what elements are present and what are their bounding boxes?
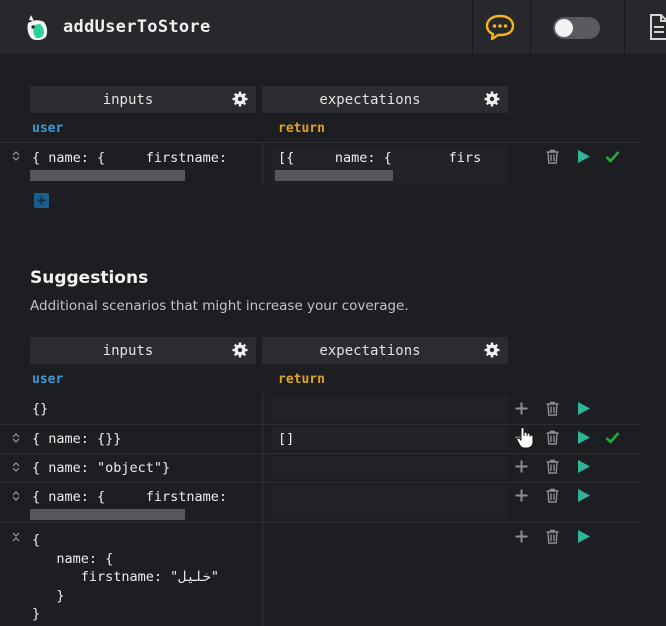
drag-handle-icon[interactable] — [12, 462, 20, 472]
suggestion-input-value[interactable]: { name: { firstname: — [32, 489, 227, 505]
plus-icon[interactable] — [514, 459, 529, 474]
checkmark-icon — [605, 432, 620, 444]
drag-handle-icon[interactable] — [12, 151, 20, 161]
plus-icon[interactable] — [514, 488, 529, 503]
app-header: addUserToStore — [0, 0, 666, 55]
header-divider — [530, 0, 531, 55]
expectations-column-header: expectations — [262, 86, 508, 113]
trash-icon[interactable] — [545, 149, 560, 164]
run-icon[interactable] — [576, 430, 591, 445]
output-param-name: return — [278, 372, 325, 387]
expectations-column-header: expectations — [262, 337, 508, 364]
trash-icon[interactable] — [545, 529, 560, 544]
suggestion-input-value[interactable]: { name: "object"} — [32, 460, 170, 476]
expectation-cell[interactable] — [272, 456, 508, 479]
inputs-label: inputs — [102, 343, 154, 359]
plus-icon[interactable] — [514, 529, 529, 544]
toggle-knob — [555, 19, 573, 37]
header-divider — [472, 0, 473, 55]
input-param-name: user — [32, 121, 64, 136]
suggestions-title: Suggestions — [30, 268, 149, 288]
header-divider — [624, 0, 625, 55]
row-divider — [0, 424, 640, 425]
gear-icon[interactable] — [232, 342, 248, 358]
expectations-label: expectations — [319, 92, 421, 108]
row-divider — [0, 522, 640, 523]
toggle-switch[interactable] — [553, 17, 600, 39]
inputs-column-header: inputs — [30, 337, 256, 364]
gear-icon[interactable] — [232, 91, 248, 107]
add-input-button[interactable] — [34, 193, 49, 208]
run-icon[interactable] — [576, 488, 591, 503]
trash-icon[interactable] — [545, 430, 560, 445]
drag-handle-icon[interactable] — [12, 433, 20, 443]
column-divider — [262, 142, 263, 186]
trash-icon[interactable] — [545, 459, 560, 474]
expectation-cell[interactable] — [272, 427, 508, 450]
plus-icon[interactable] — [514, 401, 529, 416]
trash-icon[interactable] — [545, 401, 560, 416]
test-output-value[interactable]: [{ name: { firs — [278, 150, 481, 166]
inputs-column-header: inputs — [30, 86, 256, 113]
redacted-value — [30, 170, 185, 181]
run-icon[interactable] — [576, 529, 591, 544]
expectation-cell[interactable] — [272, 396, 508, 421]
row-divider — [0, 482, 640, 483]
test-input-value[interactable]: { name: { firstname: — [32, 150, 227, 166]
run-icon[interactable] — [576, 459, 591, 474]
document-icon[interactable] — [649, 13, 666, 41]
suggestion-input-value[interactable]: { name: { firstname: "خليل" } } — [32, 531, 219, 624]
inputs-label: inputs — [102, 92, 154, 108]
expectations-label: expectations — [319, 343, 421, 359]
output-param-name: return — [278, 121, 325, 136]
row-divider — [0, 142, 640, 143]
suggestion-input-value[interactable]: { name: {}} — [32, 431, 121, 447]
suggestions-subtitle: Additional scenarios that might increase… — [30, 298, 409, 314]
run-icon[interactable] — [576, 401, 591, 416]
redacted-value — [30, 509, 185, 520]
gear-icon[interactable] — [484, 91, 500, 107]
drag-handle-icon[interactable] — [12, 491, 20, 501]
trash-icon[interactable] — [545, 488, 560, 503]
input-param-name: user — [32, 372, 64, 387]
row-divider — [0, 453, 640, 454]
column-divider — [262, 393, 263, 626]
app-title: addUserToStore — [63, 17, 211, 37]
suggestion-input-value[interactable]: {} — [32, 401, 48, 417]
logo-icon — [27, 15, 48, 41]
collapse-handle-icon[interactable] — [12, 532, 20, 542]
hand-cursor-icon — [516, 427, 534, 449]
redacted-value — [275, 170, 393, 181]
gear-icon[interactable] — [484, 342, 500, 358]
checkmark-icon — [605, 151, 620, 163]
chat-icon[interactable] — [484, 12, 516, 42]
expectation-cell[interactable] — [272, 485, 508, 519]
run-icon[interactable] — [576, 149, 591, 164]
suggestion-output-value[interactable]: [] — [278, 431, 294, 447]
